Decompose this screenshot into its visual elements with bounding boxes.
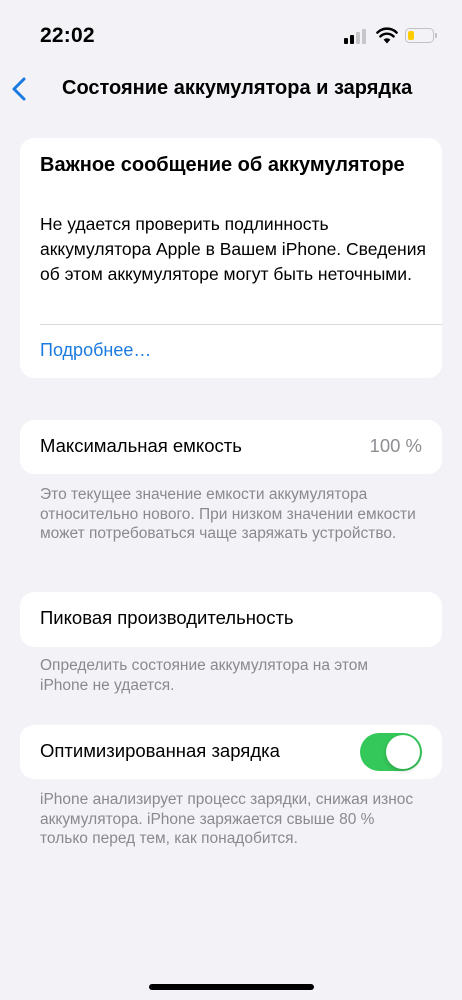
battery-level [407,30,415,40]
maximum-capacity-row: Максимальная емкость 100 % [20,420,442,474]
learn-more-link[interactable]: Подробнее… [40,340,151,361]
alert-title: Важное сообщение об аккумуляторе [40,154,405,176]
optimized-charging-row: Оптимизированная зарядка [20,725,442,779]
optimized-charging-footnote: iPhone анализирует процесс зарядки, сниж… [40,791,414,847]
maximum-capacity-value: 100 % [369,435,422,456]
peak-performance-label: Пиковая производительность [40,607,294,628]
status-bar: 22:02 [0,0,462,70]
battery-alert-card: Важное сообщение об аккумуляторе Не удае… [20,138,442,378]
optimized-charging-toggle[interactable] [360,733,422,771]
battery-cap [435,33,437,38]
maximum-capacity-label: Максимальная емкость [40,435,242,456]
peak-performance-row: Пиковая производительность [20,592,442,647]
chevron-left-icon[interactable] [9,75,33,103]
optimized-charging-label: Оптимизированная зарядка [40,740,280,761]
home-indicator[interactable] [149,984,314,990]
alert-body: Не удается проверить подлинность аккумул… [40,214,426,284]
maximum-capacity-footnote: Это текущее значение емкости аккумулятор… [40,486,416,542]
cellular-signal-icon [344,29,368,44]
divider [40,324,442,325]
status-time: 22:02 [40,24,95,47]
page-title: Состояние аккумулятора и зарядка [62,77,413,99]
toggle-knob [386,735,420,769]
wifi-icon [376,27,398,44]
battery-icon [405,28,434,43]
peak-performance-footnote: Определить состояние аккумулятора на это… [40,657,369,694]
